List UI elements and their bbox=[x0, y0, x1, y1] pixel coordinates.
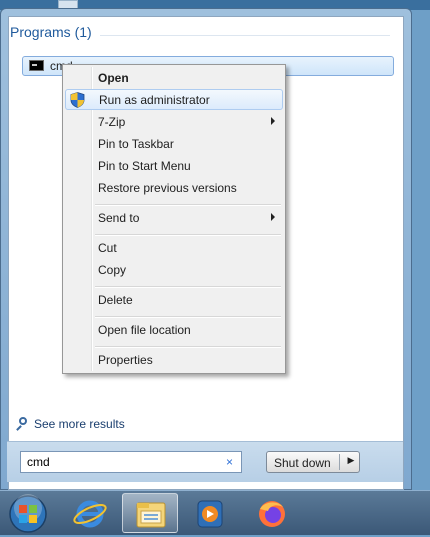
firefox-icon bbox=[259, 501, 285, 527]
see-more-results-link[interactable]: See more results bbox=[16, 417, 125, 431]
menu-item-label: Restore previous versions bbox=[98, 181, 237, 195]
internet-explorer-icon bbox=[73, 500, 107, 528]
media-player-icon bbox=[197, 500, 223, 528]
menu-item-open-file-location[interactable]: Open file location bbox=[65, 319, 283, 340]
menu-item-properties[interactable]: Properties bbox=[65, 349, 283, 370]
menu-item-open[interactable]: Open bbox=[65, 67, 283, 88]
context-menu: Open Run as administrator 7-Zip Pin to T… bbox=[62, 64, 286, 374]
menu-item-copy[interactable]: Copy bbox=[65, 259, 283, 280]
taskbar-file-explorer[interactable] bbox=[122, 493, 178, 533]
start-orb-icon bbox=[9, 494, 47, 533]
menu-item-run-as-administrator[interactable]: Run as administrator bbox=[65, 89, 283, 110]
see-more-label: See more results bbox=[34, 417, 125, 431]
menu-item-label: Open file location bbox=[98, 323, 191, 337]
menu-item-send-to[interactable]: Send to bbox=[65, 207, 283, 228]
submenu-arrow-icon bbox=[271, 117, 275, 125]
shutdown-options-arrow-icon[interactable]: ▶ bbox=[343, 455, 359, 466]
menu-item-label: Pin to Taskbar bbox=[98, 137, 174, 151]
start-button[interactable] bbox=[2, 493, 58, 533]
menu-item-label: 7-Zip bbox=[98, 115, 126, 129]
menu-item-label: Send to bbox=[98, 211, 140, 225]
search-input[interactable] bbox=[20, 451, 242, 473]
menu-item-delete[interactable]: Delete bbox=[65, 289, 283, 310]
menu-item-7zip[interactable]: 7-Zip bbox=[65, 111, 283, 132]
menu-separator bbox=[95, 286, 281, 288]
taskbar bbox=[0, 490, 430, 535]
menu-item-label: Copy bbox=[98, 263, 127, 277]
magnifier-icon bbox=[16, 417, 30, 431]
submenu-arrow-icon bbox=[271, 213, 275, 221]
menu-separator bbox=[95, 346, 281, 348]
menu-item-pin-to-start-menu[interactable]: Pin to Start Menu bbox=[65, 155, 283, 176]
menu-item-label: Run as administrator bbox=[99, 93, 210, 107]
command-prompt-icon bbox=[29, 60, 44, 71]
menu-item-label: Delete bbox=[98, 293, 133, 307]
taskbar-internet-explorer[interactable] bbox=[62, 493, 118, 533]
menu-separator bbox=[95, 316, 281, 318]
menu-item-label: Pin to Start Menu bbox=[98, 159, 191, 173]
menu-item-cut[interactable]: Cut bbox=[65, 237, 283, 258]
taskbar-firefox[interactable] bbox=[244, 493, 300, 533]
shutdown-label: Shut down bbox=[274, 456, 331, 470]
taskbar-media-player[interactable] bbox=[182, 493, 238, 533]
clear-search-icon[interactable]: × bbox=[226, 455, 233, 469]
uac-shield-icon bbox=[70, 92, 85, 108]
header-divider bbox=[100, 35, 390, 36]
menu-item-label: Open bbox=[98, 71, 129, 85]
file-explorer-icon bbox=[136, 502, 166, 528]
menu-separator bbox=[95, 204, 281, 206]
menu-separator bbox=[95, 234, 281, 236]
menu-item-label: Properties bbox=[98, 353, 153, 367]
menu-item-label: Cut bbox=[98, 241, 117, 255]
shutdown-button[interactable]: Shut down ▶ bbox=[266, 451, 360, 473]
shutdown-divider bbox=[339, 454, 340, 470]
menu-item-pin-to-taskbar[interactable]: Pin to Taskbar bbox=[65, 133, 283, 154]
programs-header: Programs (1) bbox=[10, 24, 92, 40]
menu-item-restore-previous-versions[interactable]: Restore previous versions bbox=[65, 177, 283, 198]
